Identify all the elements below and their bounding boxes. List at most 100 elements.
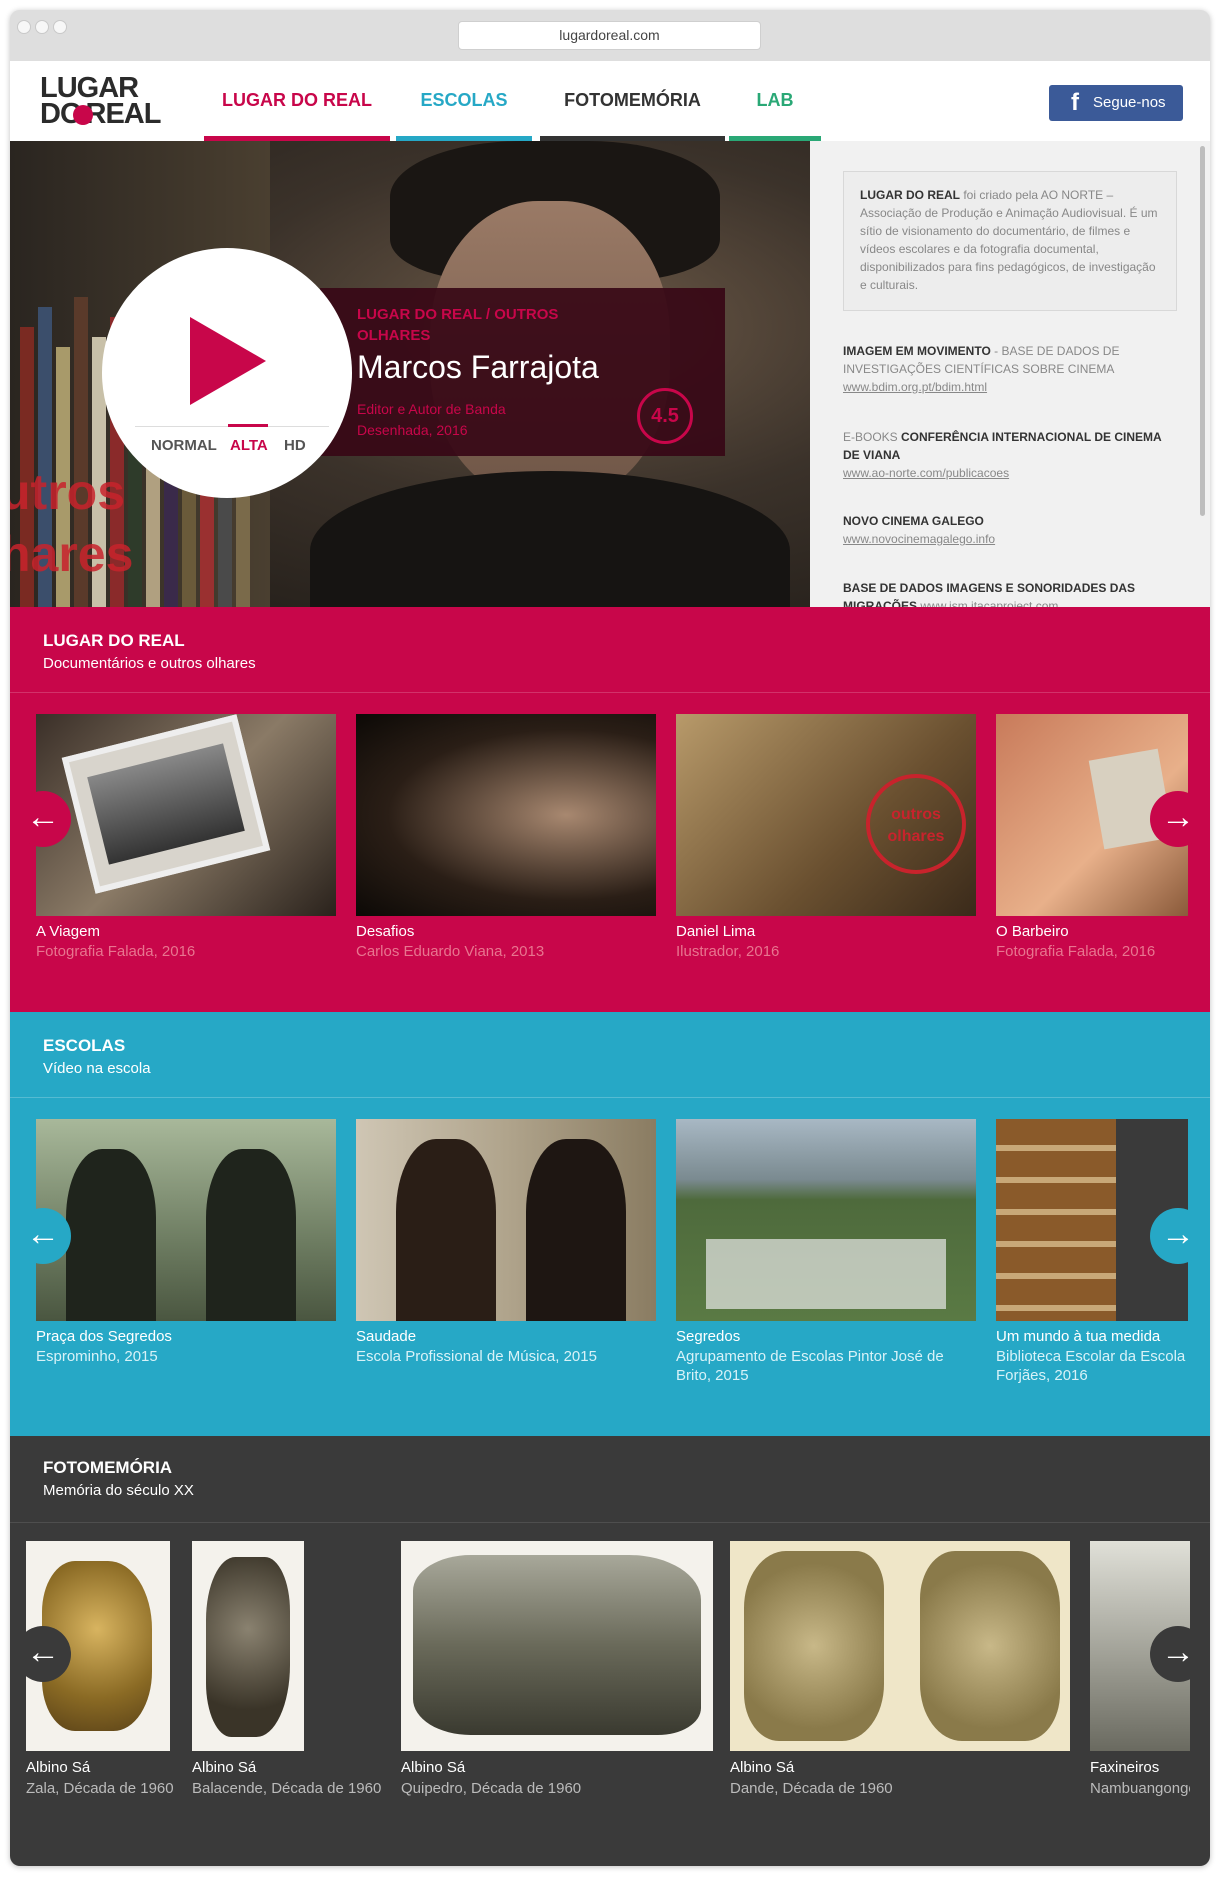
photo-thumbnail[interactable]: [401, 1541, 713, 1751]
carousel-prev-arrow-icon[interactable]: ←: [15, 1626, 71, 1682]
browser-window: lugardoreal.com LUGAR DO REAL LUGAR DO RE…: [10, 10, 1210, 1866]
about-box: LUGAR DO REAL foi criado pela AO NORTE –…: [843, 171, 1177, 311]
card-subtitle: Esprominho, 2015: [36, 1348, 158, 1365]
video-thumbnail[interactable]: [676, 1119, 976, 1321]
card-subtitle: Dande, Década de 1960: [730, 1780, 893, 1797]
section-subtitle: Vídeo na escola: [43, 1060, 151, 1077]
section-divider: [10, 692, 1210, 693]
carousel-prev-arrow-icon[interactable]: ←: [15, 1208, 71, 1264]
section-escolas: ESCOLAS Vídeo na escola Praça dos Segred…: [10, 1012, 1210, 1436]
section-title[interactable]: LUGAR DO REAL: [43, 631, 256, 651]
photo-thumbnail[interactable]: [730, 1541, 1070, 1751]
window-close-icon[interactable]: [17, 20, 31, 34]
video-card[interactable]: Saudade Escola Profissional de Música, 2…: [356, 1119, 656, 1419]
card-title: Albino Sá: [730, 1759, 795, 1776]
section-header: FOTOMEMÓRIA Memória do século XX: [43, 1458, 194, 1499]
outros-olhares-stamp: outros olhares: [866, 774, 966, 874]
video-card[interactable]: outros olhares Daniel Lima Ilustrador, 2…: [676, 714, 976, 974]
photo-card[interactable]: Albino Sá Quipedro, Década de 1960: [401, 1541, 713, 1801]
video-thumbnail[interactable]: [356, 1119, 656, 1321]
quality-normal[interactable]: NORMAL: [151, 437, 217, 454]
browser-chrome: lugardoreal.com: [10, 10, 1210, 61]
card-title: Praça dos Segredos: [36, 1328, 172, 1345]
follow-label: Segue-nos: [1093, 94, 1166, 111]
resource-link-4[interactable]: BASE DE DADOS IMAGENS E SONORIDADES DAS …: [843, 579, 1177, 607]
video-thumbnail[interactable]: outros olhares: [676, 714, 976, 916]
play-icon[interactable]: [184, 313, 270, 409]
card-title: Daniel Lima: [676, 923, 756, 940]
card-title: Albino Sá: [26, 1759, 91, 1776]
card-subtitle: Carlos Eduardo Viana, 2013: [356, 943, 545, 960]
nav-lab[interactable]: LAB: [729, 61, 821, 141]
section-divider: [10, 1097, 1210, 1098]
facebook-follow-button[interactable]: f Segue-nos: [1049, 85, 1183, 121]
carousel-next-arrow-icon[interactable]: →: [1150, 791, 1206, 847]
about-title: LUGAR DO REAL: [860, 188, 960, 202]
card-title: Desafios: [356, 923, 415, 940]
card-title: Albino Sá: [401, 1759, 466, 1776]
card-subtitle: Fotografia Falada, 2016: [996, 943, 1156, 960]
section-subtitle: Memória do século XX: [43, 1482, 194, 1499]
card-subtitle: Quipedro, Década de 1960: [401, 1780, 582, 1797]
video-card[interactable]: A Viagem Fotografia Falada, 2016: [36, 714, 336, 974]
card-subtitle: Fotografia Falada, 2016: [36, 943, 196, 960]
resource-link-1[interactable]: IMAGEM EM MOVIMENTO - BASE DE DADOS DE I…: [843, 342, 1177, 396]
video-category[interactable]: LUGAR DO REAL / OUTROS OLHARES: [357, 304, 597, 346]
card-subtitle: Nambuangongo: [1090, 1780, 1190, 1797]
quality-alta[interactable]: ALTA: [228, 424, 268, 454]
window-minimize-icon[interactable]: [35, 20, 49, 34]
photo-card[interactable]: Albino Sá Balacende, Década de 1960: [192, 1541, 381, 1801]
carousel-next-arrow-icon[interactable]: →: [1150, 1626, 1206, 1682]
card-subtitle: Agrupamento de Escolas Pintor José de Br…: [676, 1348, 944, 1384]
rating-badge: 4.5: [637, 388, 693, 444]
video-title: Marcos Farrajota: [357, 349, 599, 385]
card-title: O Barbeiro: [996, 923, 1069, 940]
logo-line2: DO REAL: [40, 98, 161, 130]
section-lugar-do-real: LUGAR DO REAL Documentários e outros olh…: [10, 607, 1210, 1012]
video-thumbnail[interactable]: [356, 714, 656, 916]
video-player-control: NORMAL ALTA HD: [102, 248, 352, 498]
video-card[interactable]: Segredos Agrupamento de Escolas Pintor J…: [676, 1119, 976, 1419]
sidebar-info: LUGAR DO REAL foi criado pela AO NORTE –…: [810, 141, 1210, 607]
nav-escolas[interactable]: ESCOLAS: [396, 61, 532, 141]
carousel-next-arrow-icon[interactable]: →: [1150, 1208, 1206, 1264]
video-info-panel: LUGAR DO REAL / OUTROS OLHARES Marcos Fa…: [320, 288, 725, 456]
card-subtitle: Escola Profissional de Música, 2015: [356, 1348, 597, 1365]
resource-link-3[interactable]: NOVO CINEMA GALEGO www.novocinemagalego.i…: [843, 512, 1177, 548]
nav-lugar-do-real[interactable]: LUGAR DO REAL: [204, 61, 390, 141]
card-subtitle: Balacende, Década de 1960: [192, 1780, 382, 1797]
card-title: Segredos: [676, 1328, 741, 1345]
page-viewport: LUGAR DO REAL LUGAR DO REAL ESCOLAS FOTOM…: [10, 61, 1210, 1866]
nav-fotomemoria[interactable]: FOTOMEMÓRIA: [540, 61, 725, 141]
card-title: Albino Sá: [192, 1759, 257, 1776]
video-card[interactable]: Um mundo à tua medida Biblioteca Escolar…: [996, 1119, 1188, 1419]
video-card[interactable]: Desafios Carlos Eduardo Viana, 2013: [356, 714, 656, 974]
quality-hd[interactable]: HD: [284, 437, 306, 454]
video-card[interactable]: Praça dos Segredos Esprominho, 2015: [36, 1119, 336, 1419]
outros-olhares-stamp: utros hares: [10, 464, 134, 582]
photo-card[interactable]: Albino Sá Dande, Década de 1960: [730, 1541, 1070, 1801]
top-navigation: LUGAR DO REAL LUGAR DO REAL ESCOLAS FOTOM…: [10, 61, 1210, 141]
sidebar-scrollbar[interactable]: [1200, 146, 1205, 516]
window-maximize-icon[interactable]: [53, 20, 67, 34]
video-subtitle: Editor e Autor de Banda Desenhada, 2016: [357, 401, 506, 438]
video-thumbnail[interactable]: [36, 1119, 336, 1321]
video-thumbnail[interactable]: [36, 714, 336, 916]
card-subtitle: Biblioteca Escolar da Escola Forjães, 20…: [996, 1348, 1186, 1384]
section-title[interactable]: ESCOLAS: [43, 1036, 151, 1056]
hero-feature: utros hares LUGAR DO REAL / OUTROS OLHARE…: [10, 141, 1210, 607]
card-title: Um mundo à tua medida: [996, 1328, 1161, 1345]
section-title[interactable]: FOTOMEMÓRIA: [43, 1458, 194, 1478]
resource-link-2[interactable]: E-BOOKS CONFERÊNCIA INTERNACIONAL DE CIN…: [843, 428, 1177, 482]
facebook-icon: f: [1071, 89, 1079, 116]
card-title: Saudade: [356, 1328, 417, 1345]
site-logo[interactable]: LUGAR DO REAL: [40, 73, 180, 129]
photo-thumbnail[interactable]: [192, 1541, 304, 1751]
carousel-prev-arrow-icon[interactable]: ←: [15, 791, 71, 847]
section-divider: [10, 1522, 1210, 1523]
card-title: A Viagem: [36, 923, 100, 940]
video-card[interactable]: O Barbeiro Fotografia Falada, 2016: [996, 714, 1188, 974]
section-header: ESCOLAS Vídeo na escola: [43, 1036, 151, 1077]
card-title: Faxineiros: [1090, 1759, 1160, 1776]
address-bar[interactable]: lugardoreal.com: [458, 21, 761, 50]
